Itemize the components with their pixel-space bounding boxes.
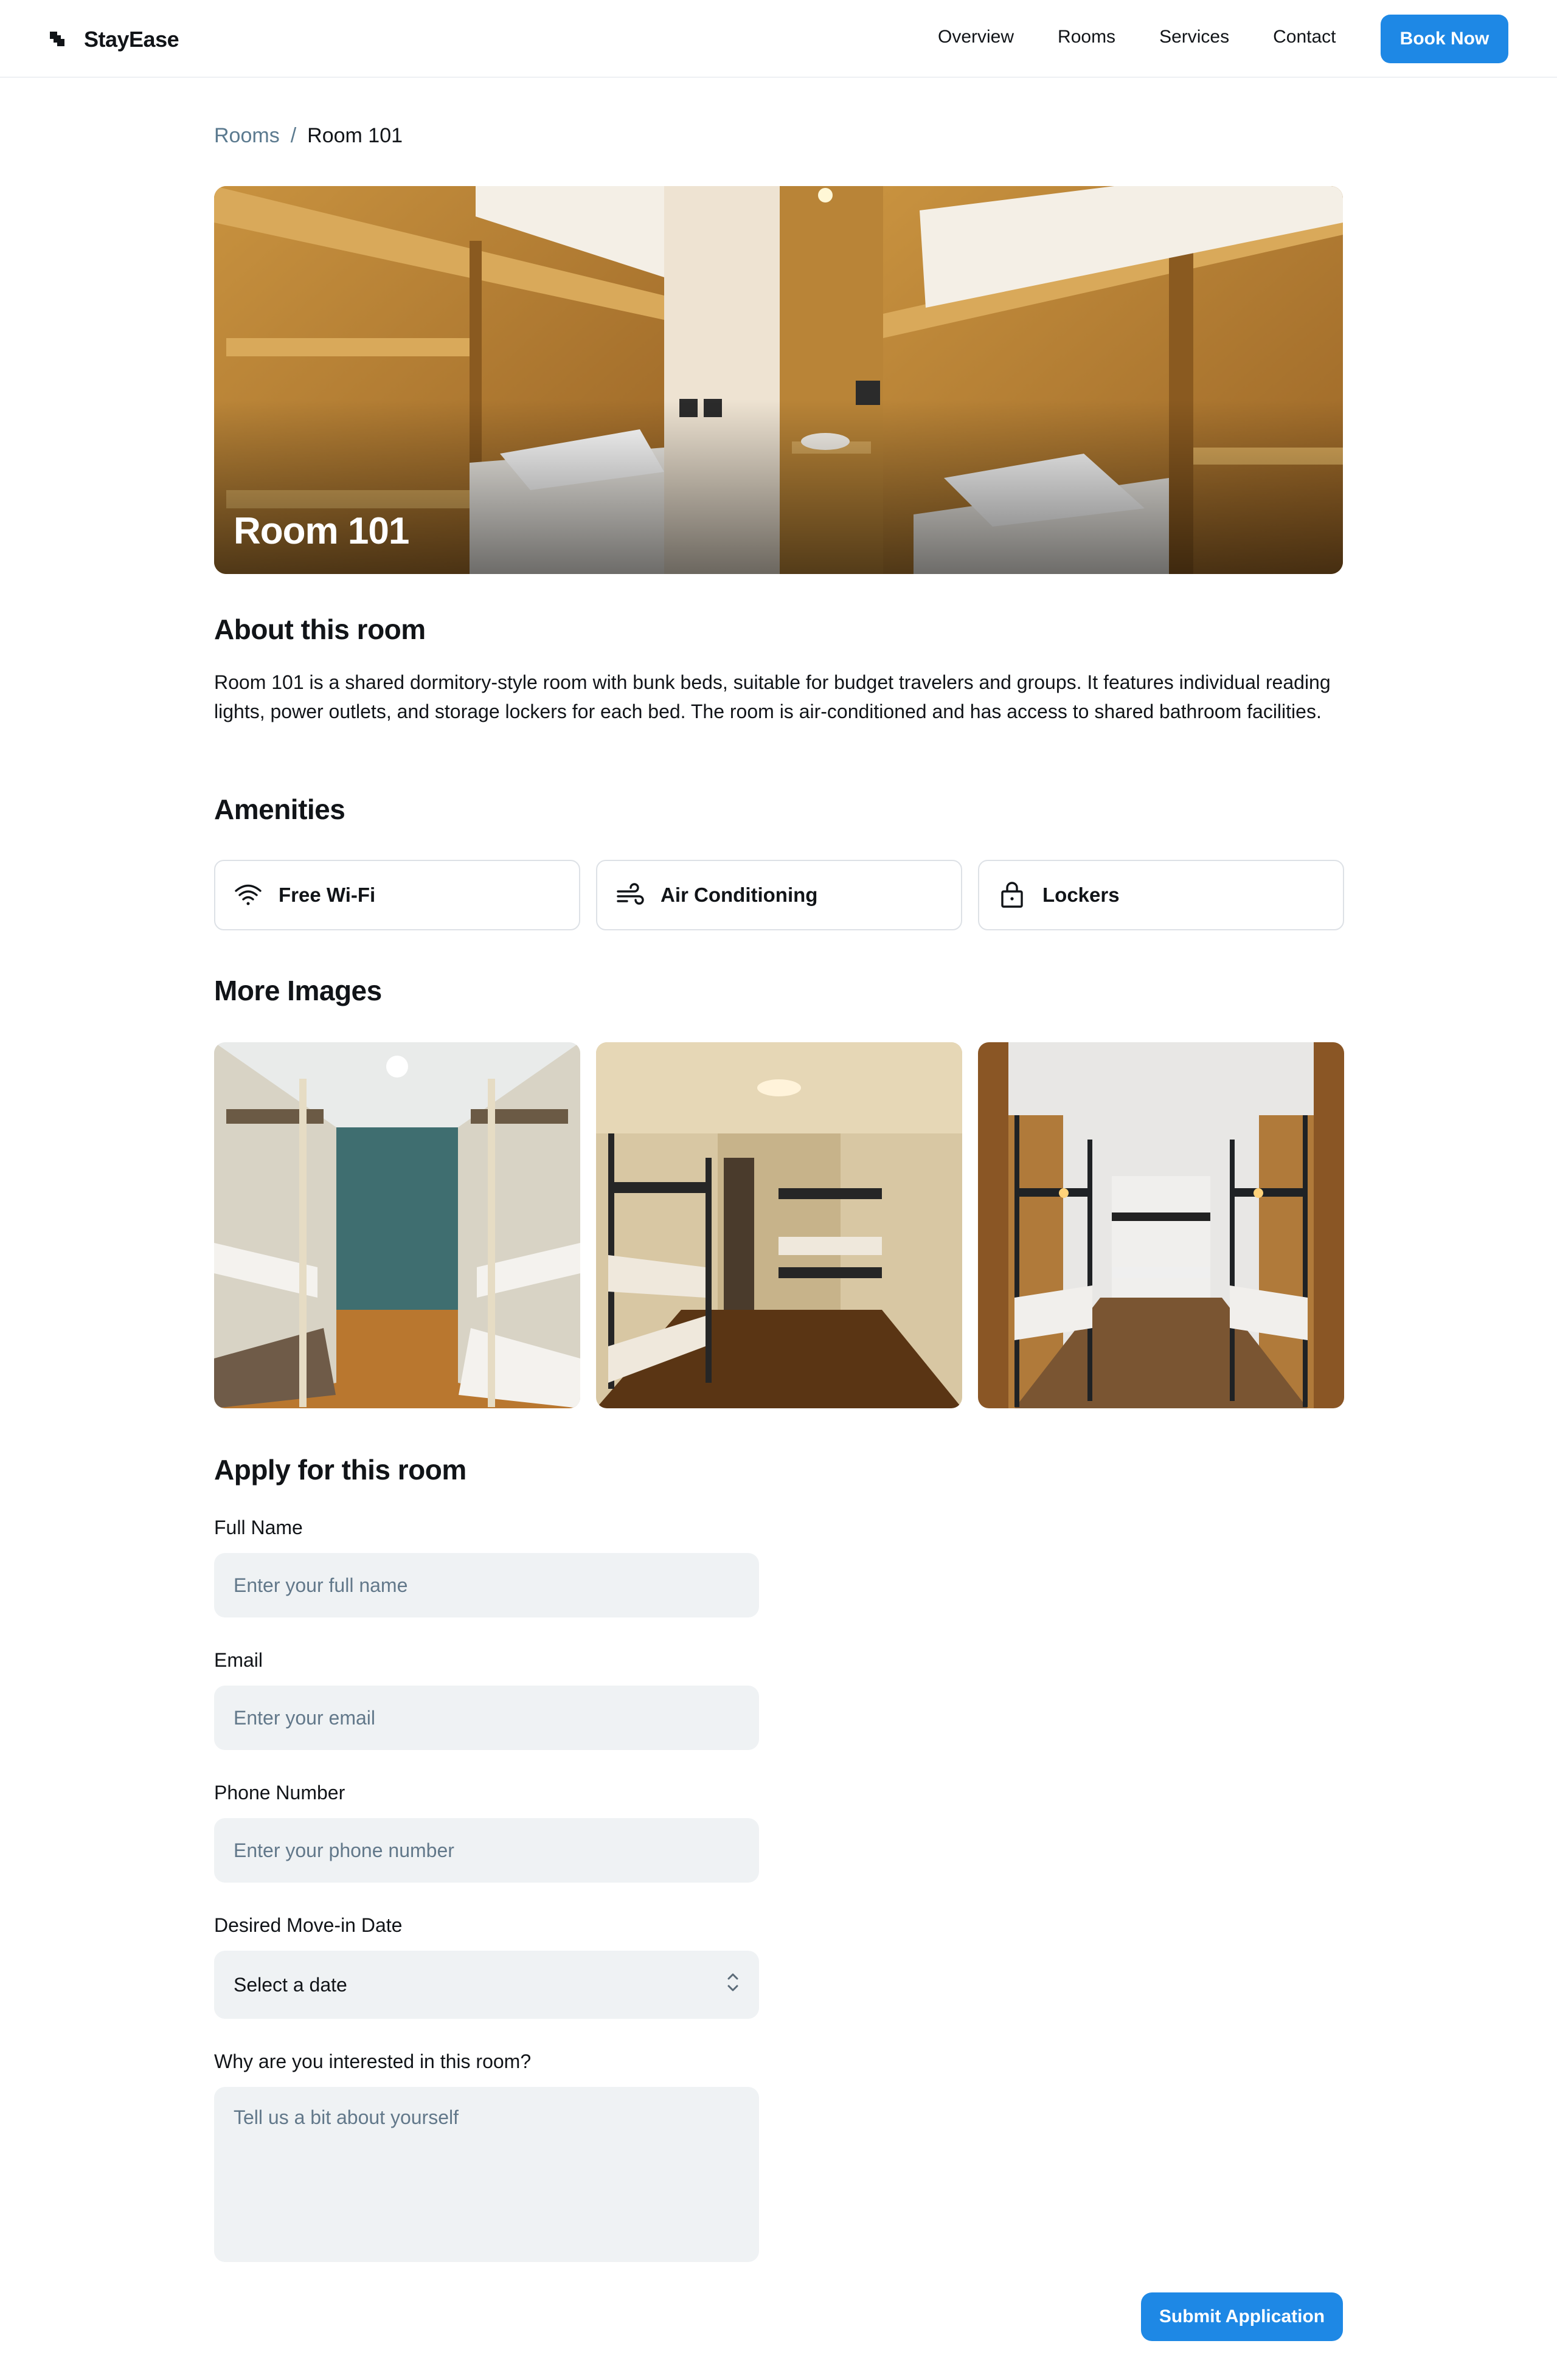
hero-title: Room 101 — [234, 510, 409, 552]
amenity-card-air-conditioning: Air Conditioning — [596, 860, 962, 930]
breadcrumb: Rooms / Room 101 — [214, 124, 403, 148]
breadcrumb-current: Room 101 — [307, 124, 403, 147]
submit-application-button[interactable]: Submit Application — [1141, 2292, 1343, 2341]
nav-link-overview[interactable]: Overview — [938, 27, 1014, 47]
nav-link-services[interactable]: Services — [1159, 27, 1229, 47]
amenity-card-lockers: Lockers — [978, 860, 1344, 930]
lock-icon — [997, 880, 1027, 910]
breadcrumb-separator: / — [290, 124, 297, 147]
interest-reason-label: Why are you interested in this room? — [214, 2050, 532, 2072]
breadcrumb-rooms-link[interactable]: Rooms — [214, 124, 280, 148]
select-arrows-icon — [726, 1970, 740, 1999]
amenity-card-wifi: Free Wi-Fi — [214, 860, 580, 930]
email-input[interactable] — [214, 1686, 759, 1750]
interest-reason-textarea[interactable] — [214, 2087, 759, 2262]
wind-icon — [616, 880, 645, 910]
book-now-button[interactable]: Book Now — [1381, 15, 1508, 63]
apply-heading: Apply for this room — [214, 1454, 466, 1486]
amenity-label: Air Conditioning — [661, 884, 818, 906]
more-images-heading: More Images — [214, 975, 382, 1006]
about-description: Room 101 is a shared dormitory-style roo… — [214, 671, 1331, 722]
wifi-icon — [234, 880, 263, 910]
about-heading: About this room — [214, 614, 426, 645]
brand-name: StayEase — [84, 27, 179, 52]
move-in-date-label: Desired Move-in Date — [214, 1914, 403, 1936]
logo-icon — [49, 30, 67, 49]
amenity-label: Lockers — [1042, 884, 1120, 906]
brand-logo[interactable]: StayEase — [49, 27, 179, 52]
move-in-date-value: Select a date — [234, 1973, 347, 1996]
gallery-image-3[interactable] — [978, 1042, 1344, 1408]
phone-input[interactable] — [214, 1818, 759, 1883]
hero-image: Room 101 — [214, 186, 1343, 574]
nav-link-contact[interactable]: Contact — [1273, 27, 1336, 47]
amenities-heading: Amenities — [214, 794, 345, 825]
move-in-date-select[interactable]: Select a date — [214, 1951, 759, 2019]
gallery-image-2[interactable] — [596, 1042, 962, 1408]
full-name-input[interactable] — [214, 1553, 759, 1617]
amenity-label: Free Wi-Fi — [279, 884, 376, 906]
email-label: Email — [214, 1649, 263, 1671]
main-nav: Overview Rooms Services Contact — [938, 27, 1336, 47]
full-name-label: Full Name — [214, 1517, 303, 1538]
amenities-list: Free Wi-Fi Air Conditioning Lockers — [214, 860, 1344, 930]
image-gallery — [214, 1042, 1344, 1408]
top-navbar: StayEase Overview Rooms Services Contact… — [0, 0, 1557, 78]
gallery-image-1[interactable] — [214, 1042, 580, 1408]
phone-label: Phone Number — [214, 1782, 345, 1804]
nav-link-rooms[interactable]: Rooms — [1058, 27, 1115, 47]
